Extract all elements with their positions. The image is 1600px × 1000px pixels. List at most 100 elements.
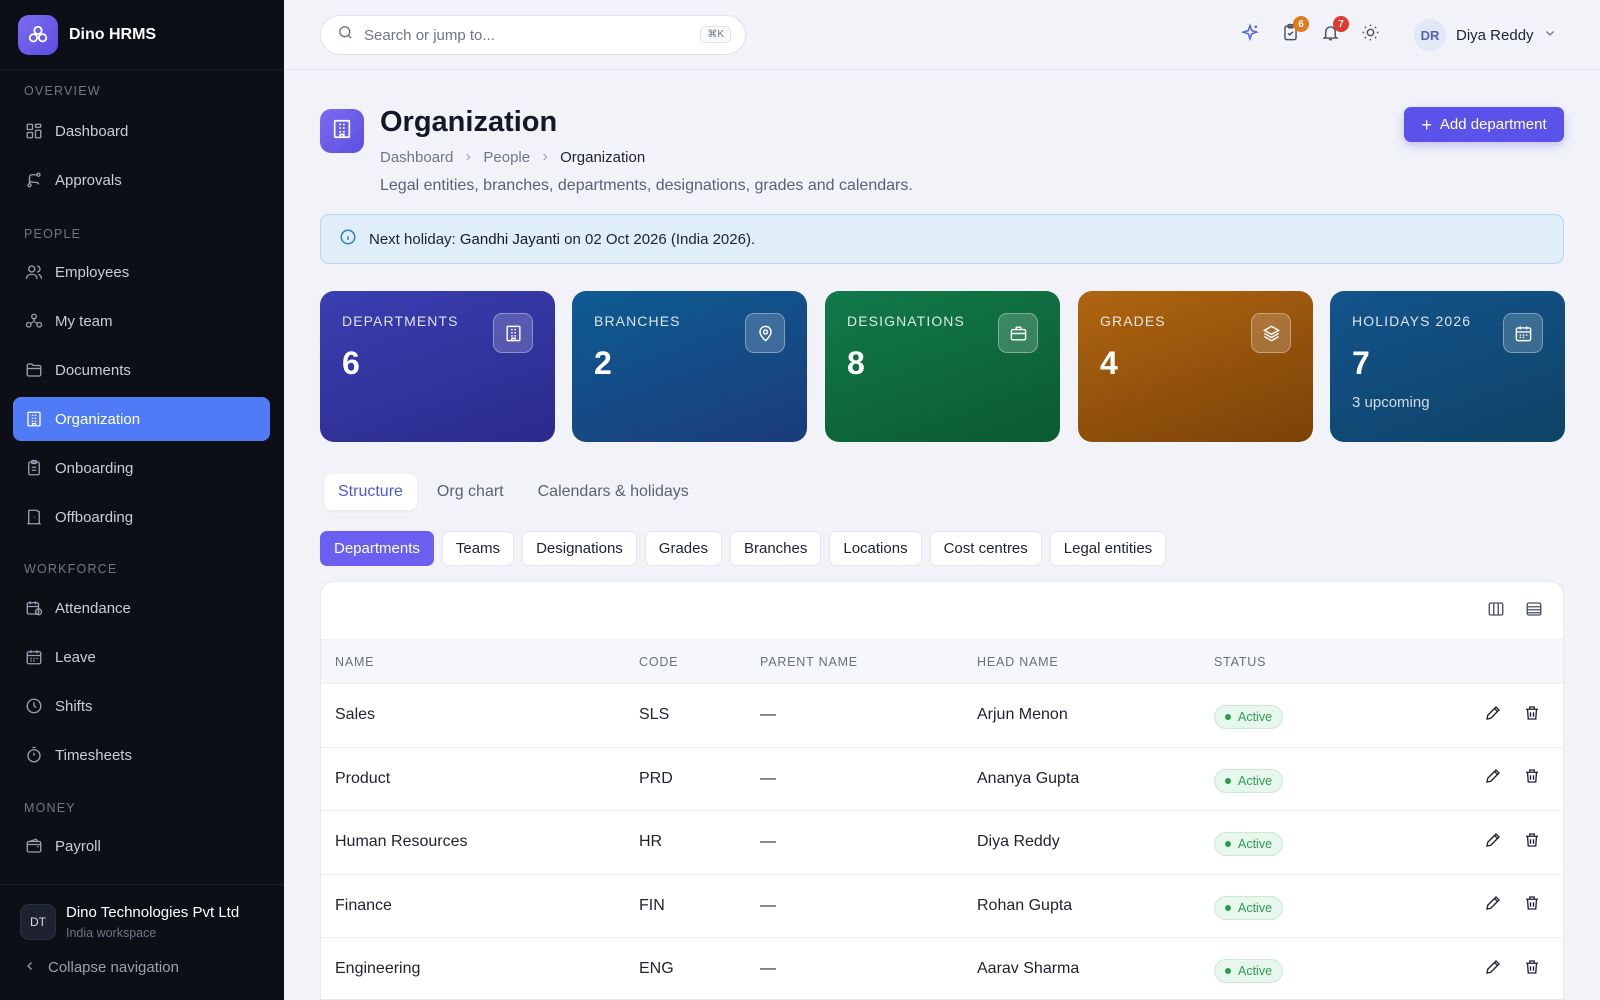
brand-name: Dino HRMS xyxy=(69,25,157,43)
table-toolbar xyxy=(321,582,1563,640)
density-button[interactable] xyxy=(1524,601,1544,621)
tab-structure[interactable]: Structure xyxy=(324,474,417,510)
stat-card-grades[interactable]: GRADES 4 xyxy=(1078,291,1313,442)
delete-button[interactable] xyxy=(1522,705,1542,725)
user-menu[interactable]: DR Diya Reddy xyxy=(1414,19,1556,51)
stat-card-designations[interactable]: DESIGNATIONS 8 xyxy=(825,291,1060,442)
column-header-status[interactable]: STATUS xyxy=(1214,655,1266,669)
pencil-icon xyxy=(1484,704,1502,727)
sidebar-footer: DT Dino Technologies Pvt Ltd India works… xyxy=(0,884,284,1000)
banner-holiday: Gandhi Jayanti xyxy=(459,230,560,248)
team-icon xyxy=(25,312,43,330)
search-input[interactable] xyxy=(364,26,684,44)
table-row[interactable]: Product PRD — Ananya Gupta Active xyxy=(321,748,1563,811)
subtab-grades[interactable]: Grades xyxy=(644,531,722,566)
building-icon xyxy=(25,410,43,428)
edit-button[interactable] xyxy=(1483,705,1503,725)
status-text: Active xyxy=(1238,773,1273,788)
edit-button[interactable] xyxy=(1483,959,1503,979)
sidebar-item-offboarding[interactable]: Offboarding xyxy=(13,495,270,539)
table-row[interactable]: Sales SLS — Arjun Menon Active xyxy=(321,684,1563,748)
column-header-code[interactable]: CODE xyxy=(639,655,678,669)
sidebar-item-shifts[interactable]: Shifts xyxy=(13,684,270,728)
sidebar-item-payroll[interactable]: Payroll xyxy=(13,824,270,868)
info-icon xyxy=(339,228,357,250)
table-row[interactable]: Human Resources HR — Diya Reddy Active xyxy=(321,811,1563,875)
sidebar-item-onboarding[interactable]: Onboarding xyxy=(13,446,270,490)
subtab-branches[interactable]: Branches xyxy=(729,531,822,566)
breadcrumb-people[interactable]: People xyxy=(483,149,530,166)
trash-icon xyxy=(1523,894,1541,917)
subtab-departments[interactable]: Departments xyxy=(320,531,434,566)
sidebar-item-label: Leave xyxy=(55,648,96,666)
org-avatar[interactable]: DT xyxy=(20,904,56,940)
sidebar-item-leave[interactable]: Leave xyxy=(13,635,270,679)
collapse-label: Collapse navigation xyxy=(48,959,179,976)
subtab-cost-centres[interactable]: Cost centres xyxy=(929,531,1042,566)
table-row[interactable]: Engineering ENG — Aarav Sharma Active xyxy=(321,938,1563,999)
tab-calendars-holidays[interactable]: Calendars & holidays xyxy=(524,474,703,510)
breadcrumb-dashboard[interactable]: Dashboard xyxy=(380,149,453,166)
cell-parent: — xyxy=(760,833,776,850)
subtab-locations[interactable]: Locations xyxy=(829,531,922,566)
brand[interactable]: Dino HRMS xyxy=(0,0,284,70)
cell-parent: — xyxy=(760,769,776,787)
tasks-button[interactable]: 6 xyxy=(1280,16,1309,45)
table-row[interactable]: Finance FIN — Rohan Gupta Active xyxy=(321,875,1563,938)
folder-icon xyxy=(25,361,43,379)
status-badge: Active xyxy=(1214,705,1284,729)
add-department-button[interactable]: + Add department xyxy=(1404,107,1564,142)
stat-card-holidays[interactable]: HOLIDAYS 2026 7 3 upcoming xyxy=(1330,291,1565,442)
delete-button[interactable] xyxy=(1522,896,1542,916)
column-header-head-name[interactable]: HEAD NAME xyxy=(977,655,1059,669)
delete-button[interactable] xyxy=(1522,769,1542,789)
subtab-legal-entities[interactable]: Legal entities xyxy=(1049,531,1167,566)
tab-org-chart[interactable]: Org chart xyxy=(423,474,518,510)
calendar-icon xyxy=(25,648,43,666)
cell-parent: — xyxy=(760,896,776,914)
pencil-icon xyxy=(1484,831,1502,854)
sidebar-item-employees[interactable]: Employees xyxy=(13,250,270,294)
sidebar-item-documents[interactable]: Documents xyxy=(13,348,270,392)
wallet-icon xyxy=(25,837,43,855)
edit-button[interactable] xyxy=(1483,832,1503,852)
approvals-icon xyxy=(25,171,43,189)
sidebar-item-my-team[interactable]: My team xyxy=(13,299,270,343)
ai-sparkle-button[interactable] xyxy=(1240,22,1260,48)
stat-card-departments[interactable]: DEPARTMENTS 6 xyxy=(320,291,555,442)
dashboard-icon xyxy=(25,122,43,140)
location-pin-icon xyxy=(745,313,785,353)
clock-icon xyxy=(25,697,43,715)
edit-button[interactable] xyxy=(1483,769,1503,789)
breadcrumb: Dashboard People Organization xyxy=(380,149,645,166)
column-header-parent-name[interactable]: PARENT NAME xyxy=(760,655,858,669)
cell-code: PRD xyxy=(639,769,673,787)
notifications-button[interactable]: 7 xyxy=(1320,16,1349,45)
delete-button[interactable] xyxy=(1522,832,1542,852)
chevron-right-icon xyxy=(540,149,550,166)
chevron-right-icon xyxy=(463,149,473,166)
stat-card-branches[interactable]: BRANCHES 2 xyxy=(572,291,807,442)
sidebar-item-label: Dashboard xyxy=(55,122,129,140)
columns-button[interactable] xyxy=(1486,601,1506,621)
topbar: ⌘K 6 7 DR Diya Reddy xyxy=(284,0,1600,70)
sparkle-icon xyxy=(1240,22,1260,48)
edit-button[interactable] xyxy=(1483,896,1503,916)
sidebar-item-attendance[interactable]: Attendance xyxy=(13,586,270,630)
sidebar-item-timesheets[interactable]: Timesheets xyxy=(13,733,270,777)
cell-head: Diya Reddy xyxy=(977,833,1060,850)
delete-button[interactable] xyxy=(1522,959,1542,979)
collapse-navigation-button[interactable]: Collapse navigation xyxy=(24,959,179,976)
trash-icon xyxy=(1523,958,1541,981)
sidebar-item-organization[interactable]: Organization xyxy=(13,397,270,441)
column-header-name[interactable]: NAME xyxy=(335,655,374,669)
theme-toggle-button[interactable] xyxy=(1360,24,1380,45)
nav-section-overview: OVERVIEW xyxy=(24,84,101,98)
users-icon xyxy=(25,263,43,281)
search-box[interactable]: ⌘K xyxy=(320,15,746,55)
subtab-teams[interactable]: Teams xyxy=(441,531,515,566)
sidebar-item-dashboard[interactable]: Dashboard xyxy=(13,109,270,153)
sidebar-item-approvals[interactable]: Approvals xyxy=(13,158,270,202)
status-badge: Active xyxy=(1214,895,1284,920)
subtab-designations[interactable]: Designations xyxy=(522,531,637,566)
